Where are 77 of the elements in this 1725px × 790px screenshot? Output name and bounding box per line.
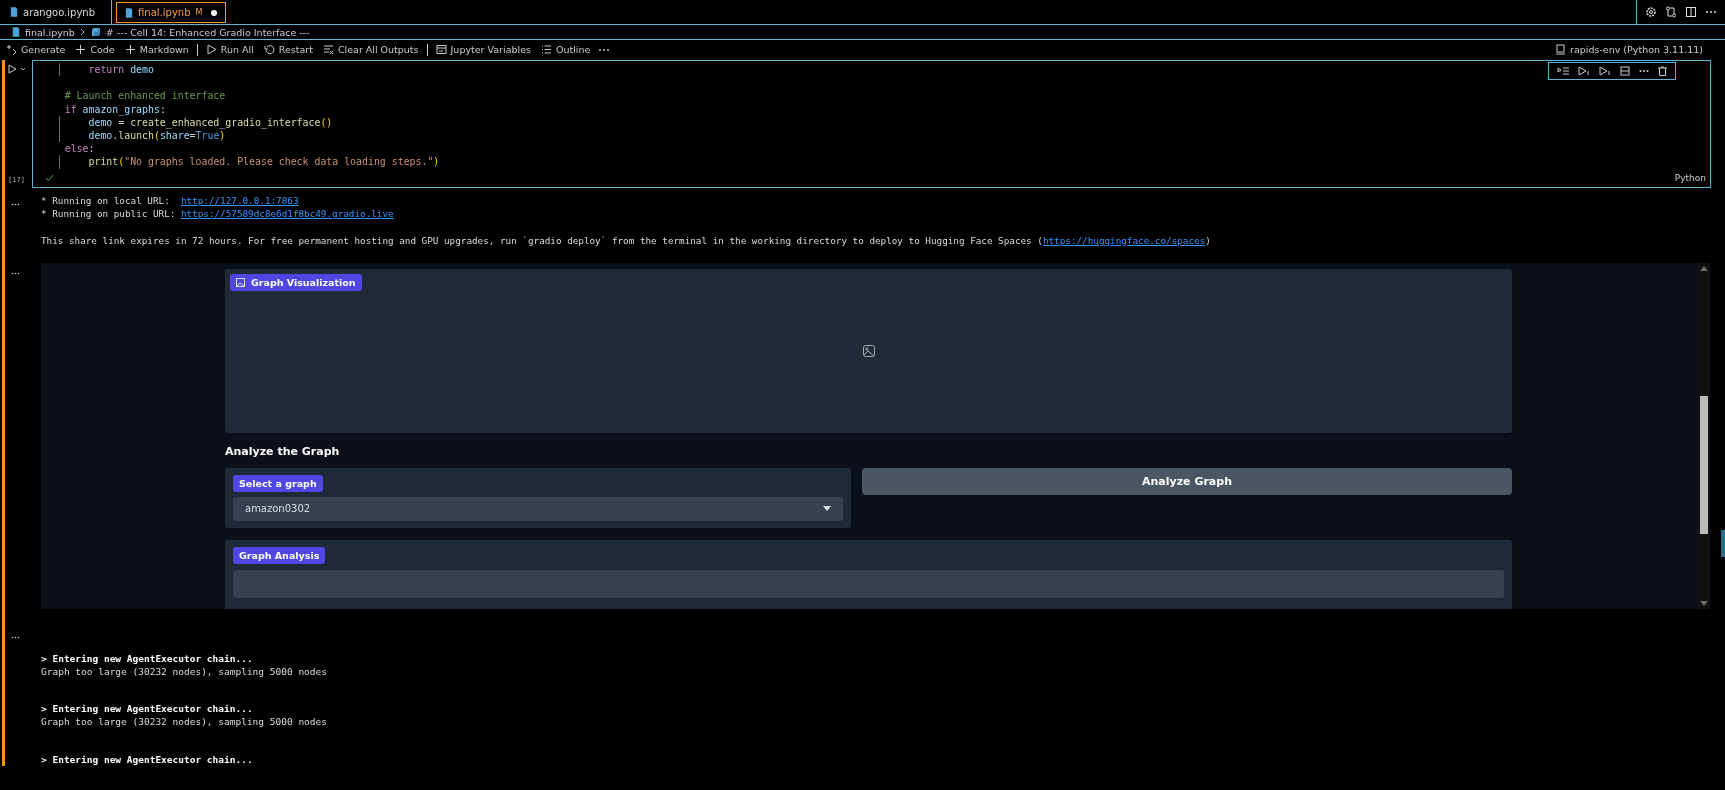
- split-cell-icon[interactable]: [1620, 66, 1630, 76]
- more-icon[interactable]: [11, 635, 20, 639]
- more-icon[interactable]: [1705, 10, 1717, 14]
- run-all-icon: [205, 44, 217, 55]
- dropdown-label: Select a graph: [233, 474, 323, 492]
- graph-dropdown[interactable]: amazon0302: [233, 496, 843, 521]
- delete-icon[interactable]: [1658, 66, 1667, 76]
- code-cell[interactable]: return demo # Launch enhanced interface if amazon_graphs: demo = create_enhanced_gradio_interface() demo.launch(share=True) else: print("No graphs loaded. Please check data loading steps.") Python: [32, 60, 1711, 188]
- variables-icon: [435, 44, 447, 55]
- url-link[interactable]: https://huggingface.co/spaces: [1042, 234, 1206, 246]
- notebook-file-icon: [125, 7, 134, 18]
- plus-icon: [124, 44, 136, 55]
- more-icon[interactable]: [11, 271, 20, 275]
- log-line: > Entering new AgentExecutor chain...: [41, 752, 254, 766]
- code-line: print("No graphs loaded. Please check data loading steps."): [35, 155, 1710, 169]
- code-line: return demo: [35, 63, 1710, 77]
- log-line: > Entering new AgentExecutor chain...: [41, 651, 254, 665]
- log-line: Graph too large (30232 nodes), sampling 5000 nodes: [41, 715, 327, 729]
- run-above-icon[interactable]: [1578, 66, 1590, 76]
- kernel-picker[interactable]: rapids-env (Python 3.11.11): [1553, 44, 1705, 55]
- modified-indicator: M: [195, 8, 203, 17]
- output-line: * Running on public URL: https://57589dc8e6d1f8bc49.gradio.live: [41, 207, 395, 221]
- toolbar-button[interactable]: Markdown: [122, 44, 191, 55]
- split-editor-icon[interactable]: [1685, 6, 1697, 18]
- editor-tab[interactable]: final.ipynb M: [116, 2, 227, 23]
- breadcrumb-item[interactable]: final.ipynb: [25, 26, 75, 38]
- analyze-button[interactable]: Analyze Graph: [862, 467, 1512, 495]
- restart-icon: [263, 44, 275, 55]
- python-icon: [90, 27, 101, 37]
- toolbar-button[interactable]: Generate: [4, 44, 68, 55]
- cell-language[interactable]: Python: [1674, 173, 1706, 183]
- url-link[interactable]: https://57589dc8e6d1f8bc49.gradio.live: [180, 208, 394, 220]
- sparkle-icon: [6, 44, 17, 55]
- toolbar-button[interactable]: Clear All Outputs: [320, 44, 421, 55]
- scroll-up-icon[interactable]: [1700, 265, 1708, 272]
- editor-tab[interactable]: arangoo.ipynb: [0, 0, 113, 24]
- image-label: Graph Visualization: [230, 273, 362, 291]
- clear-outputs-icon: [322, 44, 334, 55]
- url-link[interactable]: http://127.0.0.1:7863: [180, 195, 299, 206]
- more-icon[interactable]: [598, 47, 611, 52]
- image-placeholder-icon: [862, 344, 875, 357]
- scrollbar[interactable]: [1698, 262, 1710, 609]
- tab-label: final.ipynb: [138, 7, 191, 18]
- output-line: * Running on local URL: http://127.0.0.1:7863: [41, 194, 300, 208]
- kernel-icon: [1555, 44, 1567, 55]
- run-below-icon[interactable]: [1599, 66, 1611, 76]
- compare-icon[interactable]: [1665, 6, 1677, 18]
- plus-icon: [75, 44, 87, 55]
- scroll-down-icon[interactable]: [1700, 599, 1708, 606]
- caret-icon: [823, 506, 831, 512]
- toolbar-button[interactable]: Run All: [203, 44, 256, 55]
- chevron-down-icon[interactable]: [20, 67, 26, 71]
- settings-icon[interactable]: [1645, 6, 1657, 18]
- outline-icon: [540, 44, 552, 55]
- output-line: This share link expires in 72 hours. For free permanent hosting and GPU upgrades, run `gradio deploy` from the terminal in the working directory to deploy to Hugging Face Spaces (https://huggingface.co/spaces): [41, 233, 1211, 247]
- section-heading: Analyze the Graph: [225, 444, 341, 458]
- toolbar-button[interactable]: Code: [73, 44, 117, 55]
- analysis-label: Graph Analysis: [233, 546, 326, 564]
- tab-label: arangoo.ipynb: [23, 6, 96, 18]
- code-line: demo.launch(share=True): [35, 128, 1710, 143]
- code-line: else:: [63, 142, 96, 156]
- code-line: demo = create_enhanced_gradio_interface(): [35, 115, 1710, 129]
- chevron-icon: [79, 28, 86, 36]
- run-cell-icon[interactable]: [8, 64, 17, 74]
- toolbar-button[interactable]: Jupyter Variables: [433, 44, 533, 55]
- code-line: if amazon_graphs:: [63, 102, 167, 116]
- toolbar-button[interactable]: Restart: [261, 44, 315, 55]
- run-by-line-icon[interactable]: [1557, 66, 1569, 76]
- image-icon: [236, 277, 245, 287]
- code-line: # Launch enhanced interface: [63, 89, 227, 103]
- toolbar-button[interactable]: Outline: [538, 44, 593, 55]
- breadcrumb-item[interactable]: # --- Cell 14: Enhanced Gradio Interface ---: [105, 26, 310, 38]
- more-icon[interactable]: [11, 203, 20, 206]
- log-line: > Entering new AgentExecutor chain...: [41, 702, 254, 716]
- minimap-marker: [1721, 530, 1725, 557]
- log-line: Graph too large (30232 nodes), sampling 5000 nodes: [41, 665, 327, 679]
- more-icon[interactable]: [1639, 69, 1649, 73]
